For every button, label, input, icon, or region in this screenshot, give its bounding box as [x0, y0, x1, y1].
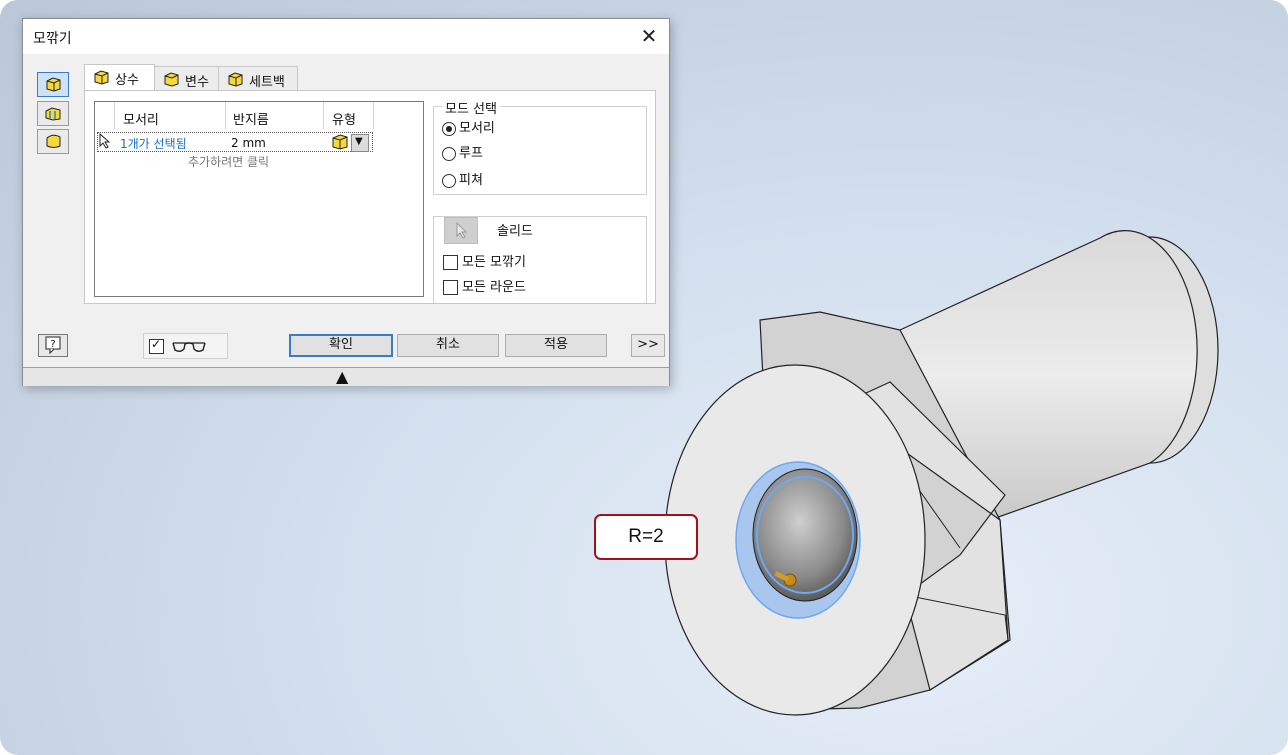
cancel-button[interactable]: 취소 [397, 334, 499, 357]
fillet-dialog: 모깎기 ✕ 상수 변수 세트백 모서리 반지름 유형 1개가 선택됨 2 mm … [22, 18, 670, 386]
full-round-fillet-button[interactable] [37, 129, 69, 154]
mode-select-group: 모드 선택 모서리 루프 피쳐 [433, 98, 647, 195]
mode-select-legend: 모드 선택 [442, 98, 500, 117]
all-rounds-option[interactable]: 모든 라운드 [443, 276, 526, 295]
preview-toggle[interactable] [143, 333, 228, 359]
select-arrow-icon [456, 221, 468, 239]
radio-button[interactable] [442, 121, 456, 136]
variable-fillet-icon [164, 72, 179, 87]
ok-button[interactable]: 확인 [289, 334, 393, 357]
tab-constant-label: 상수 [115, 73, 139, 88]
solid-group: 솔리드 모든 모깎기 모든 라운드 [433, 216, 647, 303]
expand-button-label: >> [637, 337, 659, 352]
close-icon: ✕ [640, 24, 658, 48]
edge-grid[interactable]: 모서리 반지름 유형 1개가 선택됨 2 mm ▼ 추가하려면 클릭 [94, 101, 424, 297]
svg-text:?: ? [50, 339, 55, 350]
help-button[interactable]: ? [38, 334, 68, 357]
edge-fillet-button[interactable] [37, 72, 69, 97]
help-icon: ? [45, 336, 61, 355]
mode-radio-edge[interactable]: 모서리 [442, 117, 495, 136]
edge-fillet-icon [332, 134, 348, 150]
add-row-hint[interactable]: 추가하려면 클릭 [188, 153, 269, 170]
setback-icon [228, 72, 243, 87]
column-header-type[interactable]: 유형 [332, 109, 356, 128]
column-header-edge[interactable]: 모서리 [123, 109, 159, 128]
radio-button[interactable] [442, 146, 456, 161]
all-rounds-label: 모든 라운드 [462, 280, 526, 295]
radius-callout: R=2 [594, 514, 698, 560]
tab-setback-label: 세트백 [249, 75, 285, 90]
all-fillets-option[interactable]: 모든 모깎기 [443, 251, 526, 270]
edge-fillet-icon [94, 70, 109, 85]
edge-selection-cell[interactable]: 1개가 선택됨 [120, 135, 187, 152]
ok-button-label: 확인 [329, 337, 353, 352]
solid-select-button[interactable] [444, 217, 478, 244]
solid-label: 솔리드 [497, 224, 533, 239]
collapse-arrow-icon[interactable]: ▲ [336, 367, 348, 386]
all-rounds-checkbox[interactable] [443, 280, 458, 295]
apply-button[interactable]: 적용 [505, 334, 607, 357]
column-header-radius[interactable]: 반지름 [233, 109, 269, 128]
mode-radio-loop[interactable]: 루프 [442, 142, 483, 161]
dialog-footer-bar: ▲ [23, 367, 669, 386]
type-dropdown[interactable]: ▼ [351, 134, 369, 152]
mode-radio-feature-label: 피쳐 [459, 173, 483, 188]
close-button[interactable]: ✕ [635, 23, 663, 49]
tab-setback[interactable]: 세트백 [218, 66, 298, 90]
radio-button[interactable] [442, 173, 456, 188]
dialog-title: 모깎기 [33, 31, 72, 47]
mode-radio-edge-label: 모서리 [459, 121, 495, 136]
tab-variable-label: 변수 [185, 75, 209, 90]
mode-radio-feature[interactable]: 피쳐 [442, 169, 483, 188]
face-fillet-button[interactable] [37, 101, 69, 126]
expand-button[interactable]: >> [631, 334, 665, 357]
full-round-fillet-icon [46, 134, 61, 148]
dialog-titlebar[interactable]: 모깎기 ✕ [23, 19, 669, 54]
face-fillet-icon [45, 107, 61, 121]
tab-variable[interactable]: 변수 [154, 66, 219, 90]
tab-constant[interactable]: 상수 [84, 64, 155, 90]
glasses-icon [172, 342, 206, 352]
all-fillets-checkbox[interactable] [443, 255, 458, 270]
apply-button-label: 적용 [544, 337, 568, 352]
all-fillets-label: 모든 모깎기 [462, 255, 526, 270]
radius-cell[interactable]: 2 mm [231, 136, 266, 150]
cursor-pointer-icon [99, 133, 111, 149]
radius-callout-text: R=2 [628, 526, 664, 547]
edge-fillet-icon [46, 77, 61, 92]
mode-radio-loop-label: 루프 [459, 146, 483, 161]
chevron-down-icon: ▼ [355, 136, 363, 147]
cancel-button-label: 취소 [436, 337, 460, 352]
preview-checkbox[interactable] [149, 337, 164, 354]
